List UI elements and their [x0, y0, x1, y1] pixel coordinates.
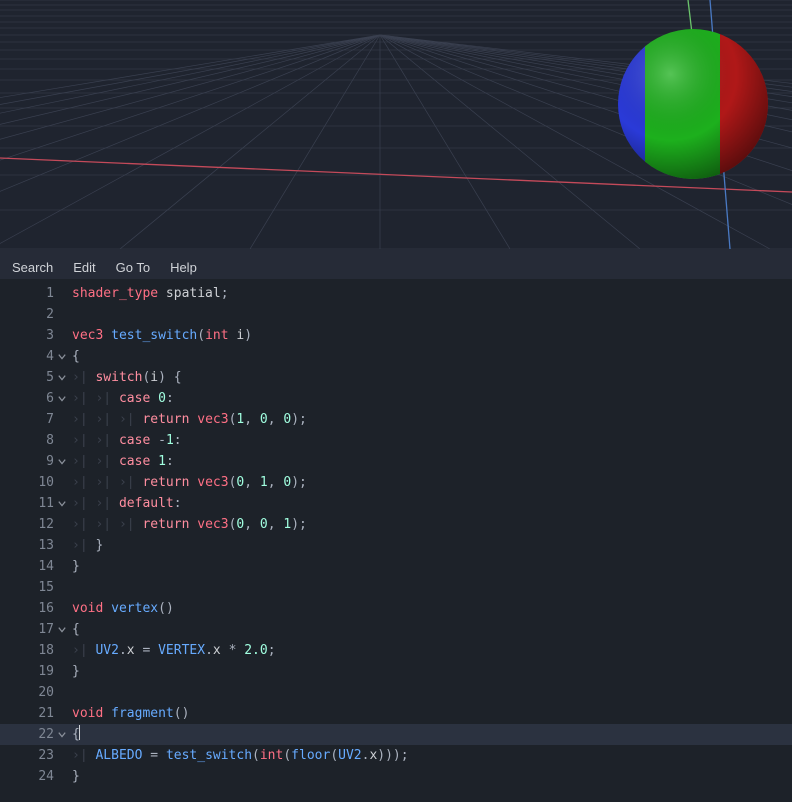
line-number: 20 — [0, 682, 56, 703]
code-line[interactable]: ›∣ ›∣ case 0: — [68, 388, 792, 409]
code-line[interactable] — [68, 577, 792, 598]
fold-column[interactable] — [56, 283, 68, 787]
code-line[interactable] — [68, 304, 792, 325]
code-line[interactable]: ›∣ ›∣ ›∣ return vec3(0, 0, 1); — [68, 514, 792, 535]
fold-empty — [56, 745, 68, 766]
code-line[interactable]: { — [68, 724, 792, 745]
line-number: 19 — [0, 661, 56, 682]
fold-empty — [56, 514, 68, 535]
code-line[interactable]: void fragment() — [68, 703, 792, 724]
text-caret — [79, 725, 80, 740]
code-line[interactable]: ›∣ ›∣ ›∣ return vec3(1, 0, 0); — [68, 409, 792, 430]
fold-empty — [56, 325, 68, 346]
fold-empty — [56, 472, 68, 493]
menu-go-to[interactable]: Go To — [110, 258, 156, 277]
code-line[interactable]: ›∣ UV2.x = VERTEX.x * 2.0; — [68, 640, 792, 661]
line-number: 3 — [0, 325, 56, 346]
fold-toggle-icon[interactable] — [56, 451, 68, 472]
code-line[interactable]: } — [68, 556, 792, 577]
fold-empty — [56, 703, 68, 724]
line-number: 16 — [0, 598, 56, 619]
code-line[interactable]: vec3 test_switch(int i) — [68, 325, 792, 346]
code-line[interactable]: ›∣ ALBEDO = test_switch(int(floor(UV2.x)… — [68, 745, 792, 766]
fold-toggle-icon[interactable] — [56, 367, 68, 388]
line-number: 7 — [0, 409, 56, 430]
line-number: 11 — [0, 493, 56, 514]
line-number: 12 — [0, 514, 56, 535]
line-number: 15 — [0, 577, 56, 598]
shader-code-editor[interactable]: 123456789101112131415161718192021222324 … — [0, 279, 792, 802]
line-number: 14 — [0, 556, 56, 577]
fold-toggle-icon[interactable] — [56, 493, 68, 514]
line-number: 13 — [0, 535, 56, 556]
line-number: 5 — [0, 367, 56, 388]
code-line[interactable]: ›∣ switch(i) { — [68, 367, 792, 388]
fold-empty — [56, 598, 68, 619]
viewport-svg — [0, 0, 792, 249]
code-line[interactable]: { — [68, 346, 792, 367]
fold-empty — [56, 766, 68, 787]
code-line[interactable] — [68, 682, 792, 703]
code-line[interactable]: ›∣ ›∣ case -1: — [68, 430, 792, 451]
editor-menubar: Search Edit Go To Help — [0, 255, 792, 279]
code-area[interactable]: shader_type spatial; vec3 test_switch(int… — [68, 283, 792, 787]
line-number: 17 — [0, 619, 56, 640]
code-line[interactable]: } — [68, 661, 792, 682]
line-number: 21 — [0, 703, 56, 724]
line-number: 18 — [0, 640, 56, 661]
fold-empty — [56, 430, 68, 451]
line-number: 22 — [0, 724, 56, 745]
menu-help[interactable]: Help — [164, 258, 203, 277]
code-line[interactable]: ›∣ } — [68, 535, 792, 556]
fold-empty — [56, 577, 68, 598]
menu-edit[interactable]: Edit — [67, 258, 101, 277]
line-number: 10 — [0, 472, 56, 493]
sphere — [618, 29, 768, 179]
line-number: 23 — [0, 745, 56, 766]
line-number-gutter: 123456789101112131415161718192021222324 — [0, 283, 56, 787]
code-line[interactable]: ›∣ ›∣ default: — [68, 493, 792, 514]
viewport-3d[interactable] — [0, 0, 792, 249]
fold-toggle-icon[interactable] — [56, 388, 68, 409]
fold-toggle-icon[interactable] — [56, 619, 68, 640]
line-number: 6 — [0, 388, 56, 409]
code-line[interactable]: shader_type spatial; — [68, 283, 792, 304]
fold-empty — [56, 661, 68, 682]
code-line[interactable]: { — [68, 619, 792, 640]
fold-empty — [56, 409, 68, 430]
fold-empty — [56, 304, 68, 325]
line-number: 24 — [0, 766, 56, 787]
menu-search[interactable]: Search — [6, 258, 59, 277]
line-number: 9 — [0, 451, 56, 472]
code-line[interactable]: } — [68, 766, 792, 787]
code-line[interactable]: ›∣ ›∣ ›∣ return vec3(0, 1, 0); — [68, 472, 792, 493]
fold-empty — [56, 535, 68, 556]
fold-empty — [56, 556, 68, 577]
fold-empty — [56, 640, 68, 661]
code-line[interactable]: void vertex() — [68, 598, 792, 619]
line-number: 1 — [0, 283, 56, 304]
code-line[interactable]: ›∣ ›∣ case 1: — [68, 451, 792, 472]
fold-empty — [56, 283, 68, 304]
fold-toggle-icon[interactable] — [56, 346, 68, 367]
line-number: 8 — [0, 430, 56, 451]
line-number: 2 — [0, 304, 56, 325]
fold-empty — [56, 682, 68, 703]
line-number: 4 — [0, 346, 56, 367]
fold-toggle-icon[interactable] — [56, 724, 68, 745]
